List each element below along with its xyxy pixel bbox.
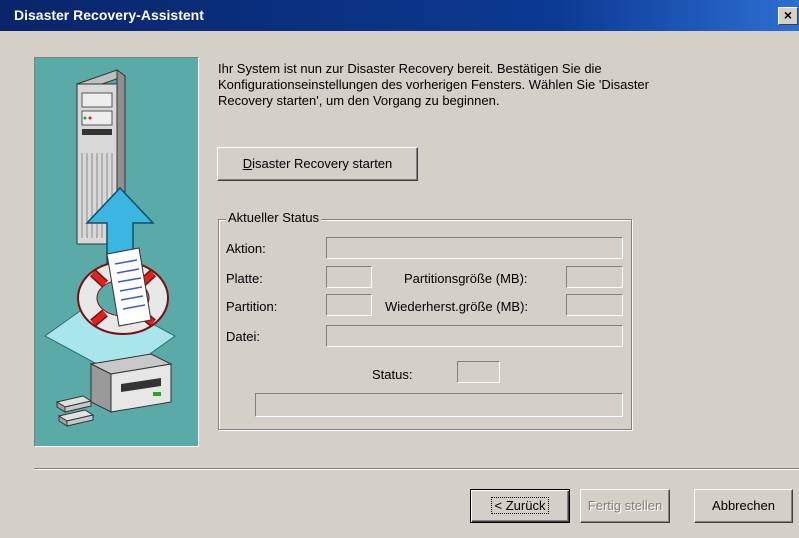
back-button-label: < Zurück (490, 497, 550, 514)
tape-drive-icon (89, 353, 173, 413)
progress-bar (255, 393, 623, 417)
start-button-label: isaster Recovery starten (252, 156, 393, 171)
footer-separator (34, 468, 799, 470)
datei-label: Datei: (226, 329, 260, 344)
status-label: Status: (372, 367, 413, 382)
close-button[interactable]: × (778, 7, 798, 25)
aktion-field (326, 237, 623, 259)
wiederherstgroesse-field (566, 294, 623, 316)
status-field (457, 361, 500, 383)
platte-field (326, 266, 372, 288)
window-title: Disaster Recovery-Assistent (14, 7, 204, 23)
platte-label: Platte: (226, 271, 263, 286)
start-disaster-recovery-button[interactable]: Disaster Recovery starten (217, 147, 418, 181)
wiederherstgroesse-label: Wiederherst.größe (MB): (385, 299, 529, 314)
intro-text: Ihr System ist nun zur Disaster Recovery… (218, 61, 649, 108)
aktion-label: Aktion: (226, 241, 266, 256)
datei-field (326, 325, 623, 347)
cancel-button[interactable]: Abbrechen (694, 489, 793, 523)
wizard-illustration (34, 57, 199, 447)
status-group-title: Aktueller Status (226, 210, 322, 225)
partitionsgroesse-label: Partitionsgröße (MB): (404, 271, 528, 286)
finish-button[interactable]: Fertig stellen (580, 489, 670, 523)
partition-label: Partition: (226, 299, 278, 314)
partitionsgroesse-field (566, 266, 623, 288)
partition-field (326, 294, 372, 316)
tape-cartridge-icon (55, 395, 95, 427)
title-bar: Disaster Recovery-Assistent × (0, 0, 799, 31)
back-button[interactable]: < Zurück (470, 489, 570, 523)
start-button-mnemonic: D (242, 156, 253, 171)
